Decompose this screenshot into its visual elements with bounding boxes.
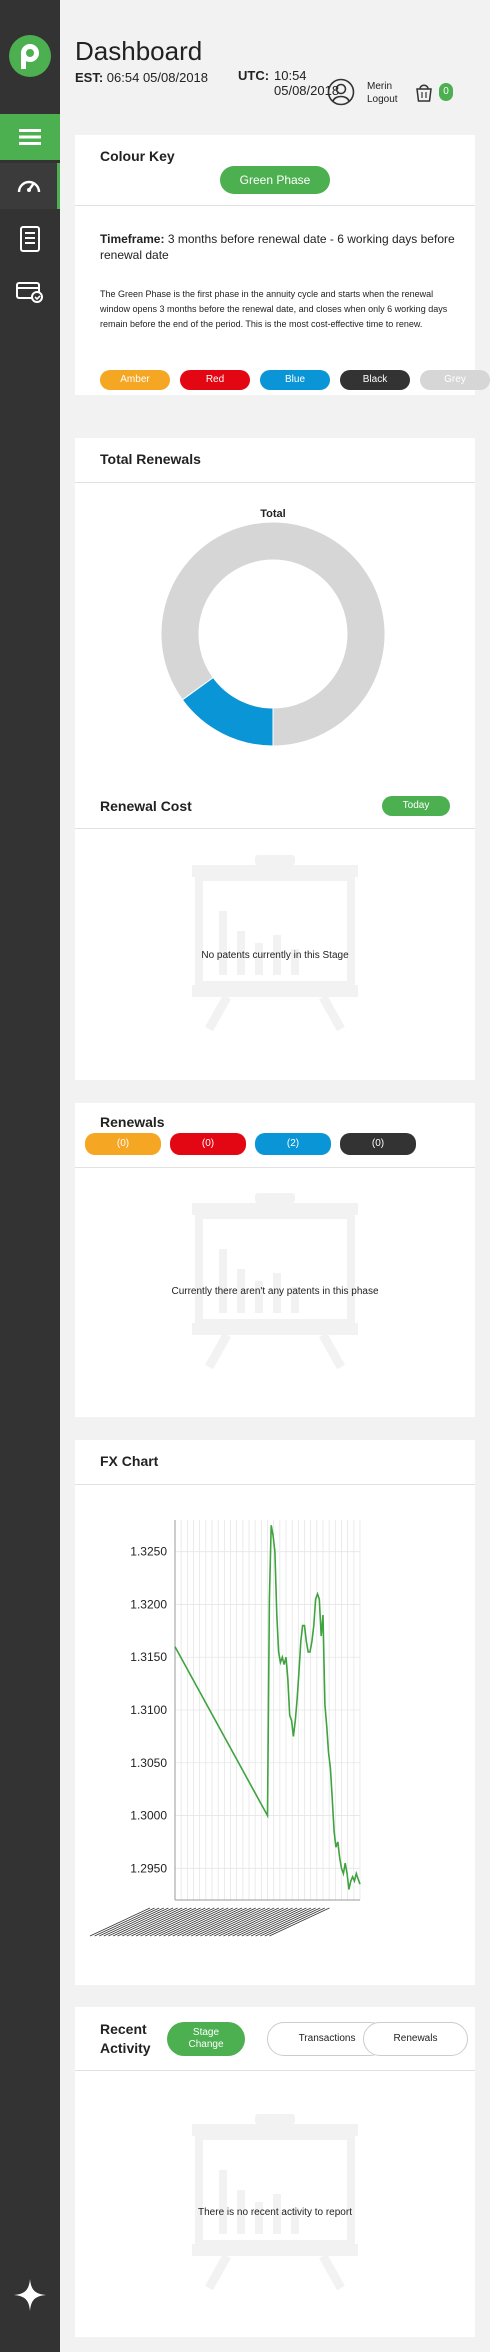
page-title: Dashboard	[75, 36, 203, 66]
total-renewals-card: Total Renewals Total Renewal Cost Today …	[75, 438, 475, 1080]
y-tick-label: 1.3150	[130, 1650, 167, 1664]
renewals-card: Renewals Currently there aren't any pate…	[75, 1103, 475, 1417]
sidebar	[0, 0, 60, 2352]
hamburger-icon	[19, 129, 41, 145]
colour-key-title: Colour Key	[100, 148, 175, 164]
phase-pill-blue[interactable]: Blue	[260, 370, 330, 390]
empty-chart-illustration	[192, 1193, 358, 1370]
user-info: Merin Logout	[367, 80, 398, 106]
y-tick-label: 1.3000	[130, 1809, 167, 1823]
phase-description: The Green Phase is the first phase in th…	[100, 289, 448, 329]
recent-activity-empty-message: There is no recent activity to report	[198, 2207, 352, 2218]
phase-pill-black[interactable]: Black	[340, 370, 410, 390]
divider	[75, 482, 475, 483]
speedometer-icon	[17, 180, 40, 193]
today-button[interactable]: Today	[382, 796, 450, 816]
recent-activity-card: Recent Activity Stage Change Transaction…	[75, 2007, 475, 2337]
top-header: Dashboard EST: 06:54 05/08/2018 UTC: 10:…	[60, 0, 490, 120]
timeframe-text: Timeframe: 3 months before renewal date …	[100, 232, 455, 262]
fx-chart-card: FX Chart 1.2950 1.3000 1.3050 1.3100 1.3150 1…	[75, 1440, 475, 1985]
donut-chart-title: Total	[260, 508, 285, 520]
tab-renewals[interactable]: Renewals	[363, 2022, 468, 2056]
fx-chart-title: FX Chart	[100, 1453, 159, 1469]
total-renewals-title: Total Renewals	[100, 451, 201, 467]
renewal-cost-empty-message: No patents currently in this Stage	[201, 950, 349, 961]
phase-pill-amber[interactable]: Amber	[100, 370, 170, 390]
empty-chart-illustration	[192, 2114, 358, 2291]
utc-time-label: UTC:	[238, 68, 270, 83]
colour-key-card: Colour Key Green Phase Timeframe: 3 mont…	[75, 135, 490, 395]
document-list-icon	[20, 226, 40, 252]
y-tick-label: 1.3100	[130, 1703, 167, 1717]
y-tick-label: 1.3200	[130, 1597, 167, 1611]
total-renewals-donut-chart: Total	[160, 508, 386, 746]
renewal-count-pill[interactable]: (0)	[170, 1133, 246, 1155]
recent-activity-title: Recent Activity	[100, 2021, 151, 2056]
y-tick-label: 1.2950	[130, 1861, 167, 1875]
renewal-count-pill[interactable]: (0)	[340, 1133, 416, 1155]
divider	[75, 205, 475, 206]
phase-pill-grey[interactable]: Grey	[420, 370, 490, 390]
user-name: Merin	[367, 81, 393, 92]
menu-toggle-button[interactable]	[0, 114, 60, 160]
divider	[75, 1167, 475, 1168]
renewal-cost-title: Renewal Cost	[100, 798, 192, 814]
user-avatar-icon[interactable]	[327, 78, 355, 106]
fx-line-chart: 1.2950 1.3000 1.3050 1.3100 1.3150 1.3200 1.32…	[89, 1520, 361, 1937]
utc-time-value: 10:54 05/08/2018	[274, 68, 340, 98]
renewals-title: Renewals	[100, 1114, 165, 1130]
basket-icon[interactable]	[415, 82, 433, 102]
y-tick-label: 1.3050	[130, 1756, 167, 1770]
sidebar-item-documents[interactable]	[0, 216, 60, 262]
divider	[75, 2070, 475, 2071]
renewals-empty-message: Currently there aren't any patents in th…	[171, 1286, 379, 1297]
tab-stage-change[interactable]: Stage Change	[167, 2022, 245, 2056]
renewal-count-pill[interactable]: (0)	[85, 1133, 161, 1155]
sidebar-item-dashboard[interactable]	[0, 163, 60, 209]
divider	[75, 1484, 475, 1485]
divider	[75, 828, 475, 829]
logout-link[interactable]: Logout	[367, 93, 398, 106]
app-logo[interactable]	[9, 35, 51, 77]
sparkle-icon[interactable]	[13, 2278, 47, 2312]
basket-count-badge: 0	[439, 83, 453, 101]
sidebar-item-payments[interactable]	[0, 269, 60, 315]
empty-chart-illustration	[192, 855, 358, 1032]
card-refresh-icon	[16, 282, 43, 303]
green-phase-button[interactable]: Green Phase	[220, 166, 330, 194]
phase-pill-red[interactable]: Red	[180, 370, 250, 390]
y-tick-label: 1.3250	[130, 1545, 167, 1559]
renewal-count-pill[interactable]: (2)	[255, 1133, 331, 1155]
